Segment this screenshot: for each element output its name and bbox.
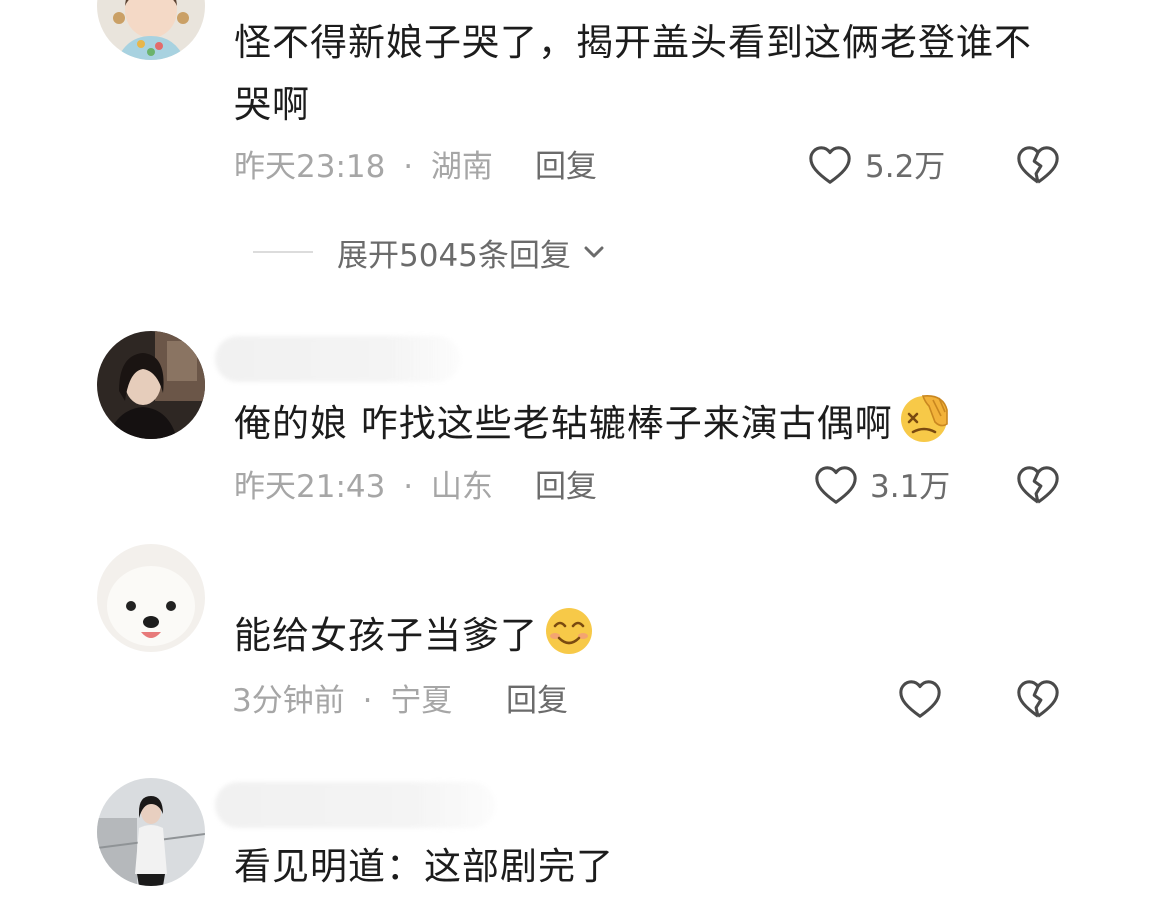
comment-text-line: 能给女孩子当爹了 [234, 614, 538, 657]
chevron-down-icon [584, 246, 604, 258]
comment-text-line: 哭啊 [234, 83, 310, 126]
like-count: 3.1万 [870, 469, 951, 505]
avatar[interactable] [97, 0, 205, 60]
comment-text: 看见明道：这部剧完了 [234, 836, 614, 898]
avatar[interactable] [97, 778, 205, 886]
meta-separator: · [403, 469, 414, 505]
comment-text-line: 看见明道：这部剧完了 [234, 845, 614, 888]
meta-separator: · [362, 683, 373, 719]
comment-time: 3分钟前 [232, 683, 345, 719]
comment-meta: 昨天23:18 · 湖南 [234, 147, 493, 187]
broken-heart-icon[interactable] [1015, 463, 1061, 509]
meta-separator: · [403, 149, 414, 185]
comment-time: 昨天21:43 [234, 469, 386, 505]
comment-time: 昨天23:18 [234, 149, 386, 185]
username-obscured [215, 782, 495, 828]
broken-heart-icon[interactable] [1015, 677, 1061, 723]
comment-text: 俺的娘 咋找这些老轱辘棒子来演古偶啊 [234, 392, 951, 455]
expand-replies-label: 展开5045条回复 [337, 237, 571, 274]
heart-outline-icon[interactable] [807, 143, 853, 189]
reply-button[interactable]: 回复 [535, 467, 597, 507]
broken-heart-icon[interactable] [1015, 143, 1061, 189]
username-obscured [215, 336, 460, 382]
comment-location: 湖南 [430, 149, 493, 185]
reply-button[interactable]: 回复 [506, 681, 568, 721]
comment-text: 能给女孩子当爹了 [234, 604, 596, 667]
expand-replies-button[interactable]: 展开5045条回复 [253, 230, 609, 274]
comment-text-line: 俺的娘 咋找这些老轱辘棒子来演古偶啊 [234, 402, 893, 445]
heart-outline-icon[interactable] [897, 677, 943, 723]
comment-text: 怪不得新娘子哭了，揭开盖头看到这俩老登谁不 哭啊 [234, 12, 1032, 136]
like-count: 5.2万 [865, 149, 946, 185]
reply-button[interactable]: 回复 [535, 147, 597, 187]
smile-emoji [546, 608, 592, 654]
comment-location: 山东 [430, 469, 493, 505]
avatar[interactable] [97, 544, 205, 652]
divider [253, 251, 313, 253]
comment-text-line: 怪不得新娘子哭了，揭开盖头看到这俩老登谁不 [234, 21, 1032, 64]
comment-location: 宁夏 [390, 683, 453, 719]
heart-outline-icon[interactable] [813, 463, 859, 509]
comment-meta: 昨天21:43 · 山东 [234, 467, 493, 507]
comment-meta: 3分钟前 · 宁夏 [232, 681, 452, 721]
avatar[interactable] [97, 331, 205, 439]
facepalm-emoji [900, 394, 948, 442]
